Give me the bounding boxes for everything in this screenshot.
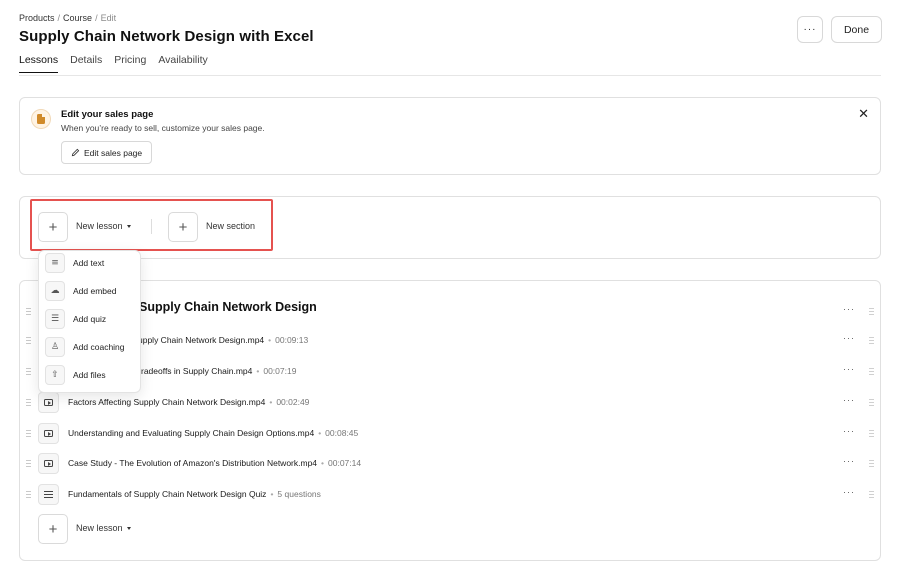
lesson-duration: 00:07:14 [328,458,362,468]
lesson-row[interactable]: Fundamentals of Supply Chain Network Des… [19,484,881,508]
breadcrumb-course[interactable]: Course [63,13,92,23]
lesson-more-button[interactable]: ··· [843,426,855,436]
cloud-icon: ☁ [45,281,65,301]
menu-item-add-coaching[interactable]: ♙ Add coaching [45,336,140,358]
highlight-annotation [30,199,273,251]
lesson-title[interactable]: Understanding and Evaluating Supply Chai… [68,428,314,438]
tab-bar: Lessons Details Pricing Availability [19,54,208,73]
person-icon: ♙ [45,337,65,357]
lesson-title[interactable]: Fundamentals of Supply Chain Network Des… [68,489,266,499]
drag-handle-icon[interactable] [26,460,31,469]
drag-handle-icon[interactable] [869,430,874,439]
caret-down-icon [126,526,131,530]
edit-sales-page-button[interactable]: Edit sales page [61,141,153,164]
drag-handle-icon[interactable] [869,399,874,408]
drag-handle-icon[interactable] [869,337,874,346]
lesson-more-button[interactable]: ··· [843,456,855,466]
menu-item-add-files[interactable]: ⇧ Add files [45,364,140,386]
text-lines-icon: ≡ [45,253,65,273]
lesson-row[interactable]: Factors Affecting Supply Chain Network D… [19,392,881,416]
quiz-list-icon: ☰ [45,309,65,329]
lesson-more-button[interactable]: ··· [843,487,855,497]
section-more-button[interactable]: ··· [843,304,855,314]
drag-handle-icon[interactable] [26,368,31,377]
video-icon [38,423,59,444]
new-lesson-menu: ≡ Add text ☁ Add embed ☰ Add quiz ♙ Add … [38,250,141,393]
pencil-icon [71,148,80,157]
file-upload-icon: ⇧ [45,365,65,385]
tab-details[interactable]: Details [70,54,102,73]
lesson-title[interactable]: Case Study - The Evolution of Amazon's D… [68,458,317,468]
lesson-row[interactable]: radeoffs in Supply Chain.mp4 • 00:07:19 ··… [19,361,881,385]
sales-banner-description: When you’re ready to sell, customize you… [61,123,265,133]
sales-page-banner: Edit your sales page When you’re ready t… [19,97,881,175]
lesson-duration: 00:08:45 [325,428,359,438]
drag-handle-icon[interactable] [869,368,874,377]
lesson-duration: 00:02:49 [276,397,310,407]
breadcrumb-products[interactable]: Products [19,13,55,23]
lesson-row[interactable]: upply Chain Network Design.mp4 • 00:09:13 … [19,330,881,354]
menu-item-add-text[interactable]: ≡ Add text [45,252,140,274]
tab-lessons[interactable]: Lessons [19,54,59,73]
breadcrumb-edit: Edit [100,13,117,23]
section-new-lesson-dropdown[interactable]: New lesson [76,523,131,533]
drag-handle-icon[interactable] [26,337,31,346]
drag-handle-icon[interactable] [26,491,31,500]
quiz-list-icon [38,484,59,505]
tab-availability[interactable]: Availability [158,54,207,73]
document-icon [31,109,51,129]
drag-handle-icon[interactable] [26,399,31,408]
lesson-more-button[interactable]: ··· [843,395,855,405]
lesson-more-button[interactable]: ··· [843,364,855,374]
edit-sales-page-label: Edit sales page [84,147,143,158]
tab-pricing[interactable]: Pricing [114,54,146,73]
sales-banner-title: Edit your sales page [61,109,154,120]
lesson-duration: 00:07:19 [263,366,297,376]
lesson-row[interactable]: Understanding and Evaluating Supply Chai… [19,423,881,447]
video-icon [38,453,59,474]
drag-handle-icon[interactable] [869,460,874,469]
drag-handle-icon[interactable] [26,308,31,317]
page-title: Supply Chain Network Design with Excel [19,28,314,45]
menu-item-add-quiz[interactable]: ☰ Add quiz [45,308,140,330]
lesson-title[interactable]: upply Chain Network Design.mp4 [138,335,264,345]
close-icon[interactable]: ✕ [858,106,869,122]
done-button[interactable]: Done [831,16,882,43]
video-icon [38,392,59,413]
lesson-title[interactable]: radeoffs in Supply Chain.mp4 [141,366,252,376]
more-options-button[interactable]: ··· [797,16,823,43]
menu-item-add-embed[interactable]: ☁ Add embed [45,280,140,302]
quiz-question-count: 5 questions [277,489,321,499]
drag-handle-icon[interactable] [869,491,874,500]
drag-handle-icon[interactable] [869,308,874,317]
drag-handle-icon[interactable] [26,430,31,439]
tabs-divider [19,75,881,76]
lesson-more-button[interactable]: ··· [843,333,855,343]
section-new-lesson-plus-button[interactable]: + [38,514,68,544]
lesson-title[interactable]: Factors Affecting Supply Chain Network D… [68,397,265,407]
section-new-lesson-label: New lesson [76,523,123,533]
section-title: Supply Chain Network Design [139,300,317,314]
lesson-row[interactable]: Case Study - The Evolution of Amazon's D… [19,453,881,477]
breadcrumb: Products / Course / Edit [19,13,117,23]
lesson-duration: 00:09:13 [275,335,309,345]
